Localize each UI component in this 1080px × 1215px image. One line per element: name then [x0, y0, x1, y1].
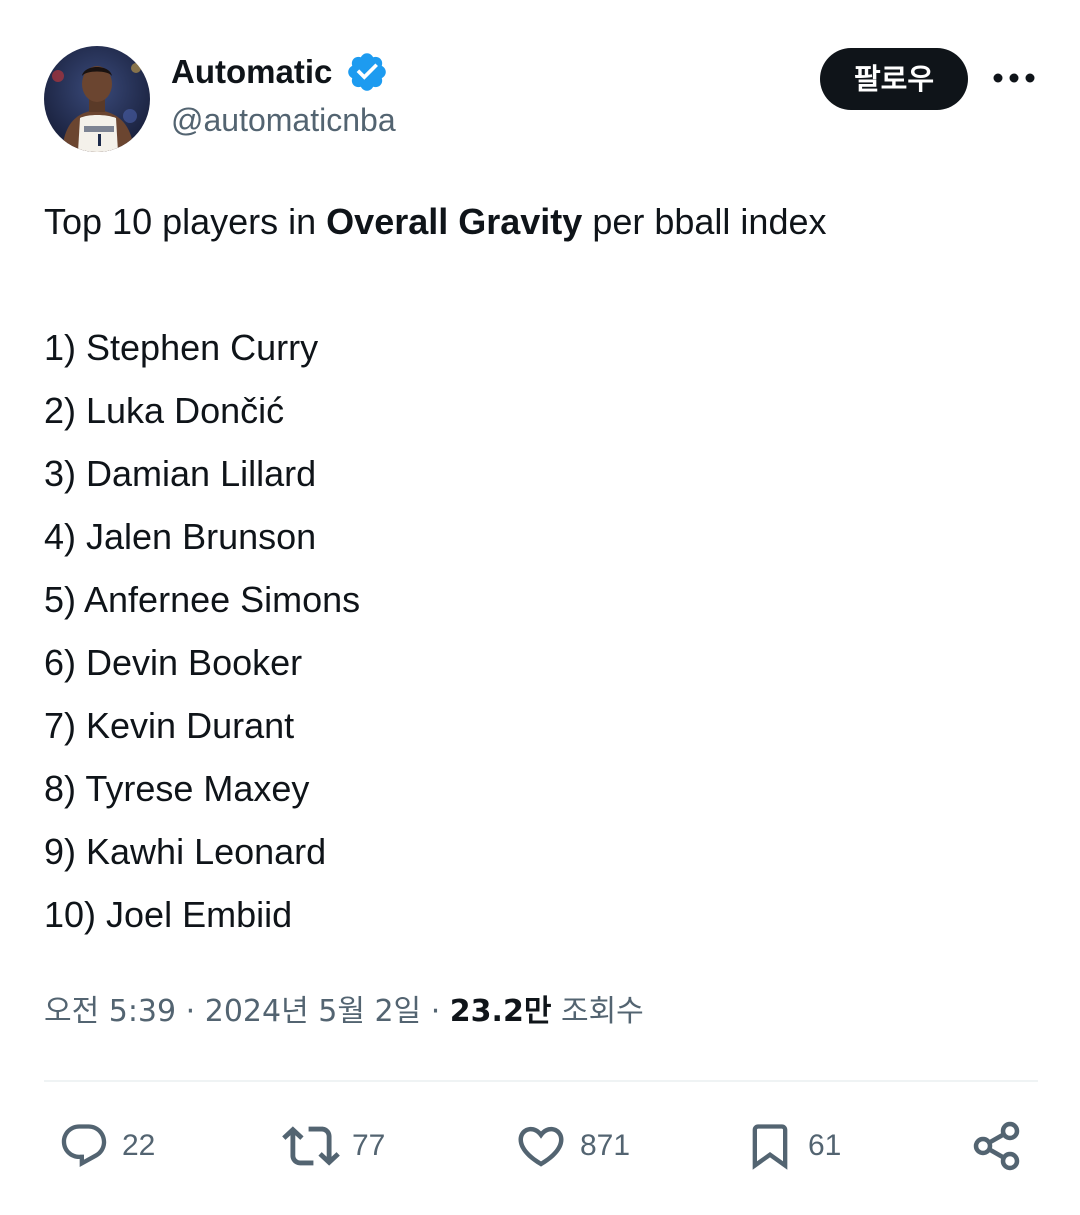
share-icon: [973, 1121, 1020, 1171]
repost-count: 77: [352, 1129, 386, 1162]
tweet-meta: 오전 5:39 · 2024년 5월 2일 · 23.2만 조회수: [44, 988, 644, 1036]
list-item: 7) Kevin Durant: [44, 705, 295, 746]
intro-suffix: per bball index: [582, 201, 827, 242]
more-icon: [993, 73, 1035, 83]
more-button[interactable]: [988, 60, 1040, 96]
intro-bold: Overall Gravity: [326, 201, 583, 242]
reply-button[interactable]: 22: [58, 1114, 155, 1178]
intro-prefix: Top 10 players in: [44, 201, 327, 242]
like-button[interactable]: 871: [514, 1114, 630, 1178]
list-item: 5) Anfernee Simons: [44, 579, 361, 620]
list-item: 1) Stephen Curry: [44, 327, 319, 368]
author-handle[interactable]: @automaticnba: [171, 98, 396, 142]
bookmark-button[interactable]: 61: [744, 1114, 841, 1178]
views-count: 23.2만: [449, 994, 552, 1029]
list-item: 4) Jalen Brunson: [44, 516, 317, 557]
follow-button[interactable]: 팔로우: [820, 48, 968, 110]
list-item: 8) Tyrese Maxey: [44, 768, 310, 809]
reply-icon: [61, 1124, 107, 1168]
tweet-date[interactable]: 2024년 5월 2일: [205, 994, 421, 1029]
list-item: 10) Joel Embiid: [44, 894, 293, 935]
tweet-intro: Top 10 players in Overall Gravity per bb…: [44, 190, 1034, 253]
repost-icon: [282, 1126, 340, 1166]
share-button[interactable]: [970, 1114, 1024, 1178]
divider: [44, 1080, 1038, 1082]
reply-count: 22: [122, 1129, 156, 1162]
avatar[interactable]: [44, 46, 150, 152]
bookmark-icon: [752, 1124, 788, 1170]
tweet-time[interactable]: 오전 5:39: [44, 994, 176, 1029]
meta-separator: ·: [430, 994, 441, 1029]
like-count: 871: [580, 1129, 631, 1162]
heart-icon: [518, 1126, 564, 1167]
list-item: 3) Damian Lillard: [44, 453, 317, 494]
list-item: 6) Devin Booker: [44, 642, 303, 683]
avatar-image: [44, 46, 150, 152]
author-block: Automatic @automaticnba: [171, 50, 396, 142]
action-bar: 22 77 871 61: [44, 1114, 1038, 1178]
tweet-header: Automatic @automaticnba 팔로우: [44, 46, 1040, 154]
views-label: 조회수: [560, 994, 644, 1029]
player-list: 1) Stephen Curry 2) Luka Dončić 3) Damia…: [44, 316, 1034, 946]
verified-badge-icon[interactable]: [345, 50, 389, 94]
meta-separator: ·: [185, 994, 196, 1029]
list-item: 9) Kawhi Leonard: [44, 831, 327, 872]
bookmark-count: 61: [808, 1129, 842, 1162]
repost-button[interactable]: 77: [282, 1114, 385, 1178]
tweet-text: Top 10 players in Overall Gravity per bb…: [44, 190, 1034, 946]
list-item: 2) Luka Dončić: [44, 390, 285, 431]
author-display-name[interactable]: Automatic: [171, 50, 332, 94]
